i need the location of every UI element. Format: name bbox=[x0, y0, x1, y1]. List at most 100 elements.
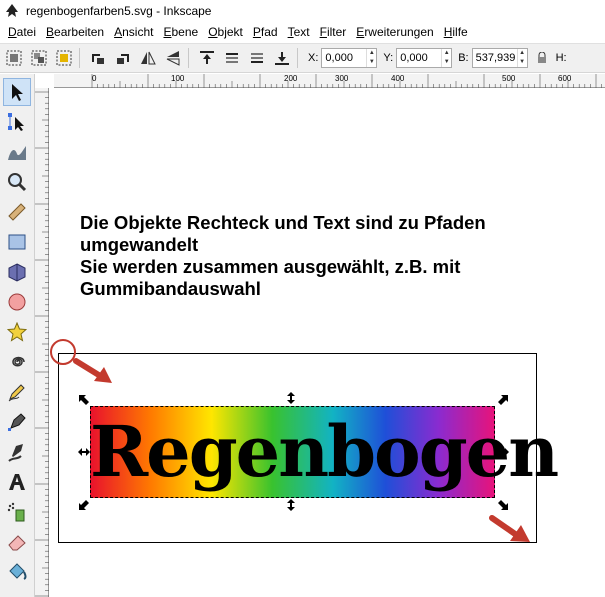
lock-proportions-button[interactable] bbox=[534, 47, 550, 69]
scale-handle-bottom-right-icon[interactable] bbox=[497, 499, 509, 511]
text-tool[interactable] bbox=[3, 468, 31, 496]
ellipse-tool[interactable] bbox=[3, 288, 31, 316]
select-all-icon bbox=[6, 50, 22, 66]
menu-text[interactable]: Text bbox=[284, 25, 316, 39]
pencil-icon bbox=[8, 384, 25, 402]
x-field-box: ▲▼ bbox=[321, 48, 378, 68]
menu-erweiterungen[interactable]: Erweiterungen bbox=[352, 25, 439, 39]
magnifier-icon bbox=[8, 173, 27, 192]
rotate-cw-icon bbox=[117, 54, 129, 64]
menu-ebene[interactable]: Ebene bbox=[159, 25, 204, 39]
toolbar-separator bbox=[297, 48, 298, 68]
menu-bearbeiten[interactable]: Bearbeiten bbox=[42, 25, 110, 39]
selector-tool[interactable] bbox=[3, 78, 31, 106]
instruction-line: Sie werden zusammen ausgewählt, z.B. mit bbox=[80, 256, 461, 277]
spin-up-icon: ▲ bbox=[368, 50, 375, 56]
raise-to-top-icon bbox=[200, 51, 214, 64]
spin-down-icon: ▼ bbox=[519, 59, 526, 65]
flip-vertical-icon bbox=[166, 51, 180, 66]
spin-down-icon: ▼ bbox=[443, 59, 450, 65]
width-spinner[interactable]: ▲ ▼ bbox=[516, 49, 527, 67]
select-all-layers-button[interactable] bbox=[28, 47, 50, 69]
horizontal-ruler[interactable]: 0 100 200 300 400 500 600 bbox=[54, 74, 605, 88]
pen-tool[interactable] bbox=[3, 408, 31, 436]
flip-horizontal-icon bbox=[141, 51, 156, 65]
horizontal-ruler-ticks bbox=[91, 74, 602, 88]
node-tool[interactable] bbox=[3, 108, 31, 136]
scale-handle-top-left-icon[interactable] bbox=[78, 394, 90, 406]
3d-box-icon bbox=[8, 263, 26, 282]
spin-up-icon: ▲ bbox=[443, 50, 450, 56]
scale-handle-top-icon[interactable] bbox=[285, 392, 297, 404]
x-label: X: bbox=[308, 52, 319, 64]
scale-handle-right-icon[interactable] bbox=[497, 446, 509, 458]
menu-pfad[interactable]: Pfad bbox=[249, 25, 284, 39]
tool-controls-bar: X: ▲▼ Y: ▲▼ B: ▲▼ H: bbox=[0, 43, 605, 73]
rectangle-tool[interactable] bbox=[3, 228, 31, 256]
spray-icon bbox=[7, 502, 25, 522]
x-spinner[interactable]: ▲ ▼ bbox=[366, 49, 376, 67]
ruler-tick-label: 300 bbox=[335, 74, 349, 83]
selector-arrow-icon bbox=[12, 84, 23, 101]
measure-tool[interactable] bbox=[3, 198, 31, 226]
spray-tool[interactable] bbox=[3, 498, 31, 526]
star-icon bbox=[7, 322, 27, 342]
lower-button[interactable] bbox=[246, 47, 268, 69]
circle-icon bbox=[8, 293, 26, 311]
toolbox bbox=[0, 74, 35, 597]
flip-vertical-button[interactable] bbox=[162, 47, 184, 69]
paint-bucket-icon bbox=[9, 563, 27, 580]
width-input[interactable] bbox=[472, 49, 517, 67]
selection-bounding-box bbox=[90, 406, 495, 498]
rotate-ccw-button[interactable] bbox=[87, 47, 109, 69]
x-input[interactable] bbox=[322, 49, 367, 67]
red-arrow-bottom-right-icon bbox=[489, 515, 530, 542]
instruction-line: Gummibandauswahl bbox=[80, 278, 261, 299]
star-tool[interactable] bbox=[3, 318, 31, 346]
ruler-tick-label: 600 bbox=[558, 74, 572, 83]
height-label: H: bbox=[555, 52, 567, 64]
raise-to-top-button[interactable] bbox=[196, 47, 218, 69]
vertical-ruler[interactable] bbox=[35, 88, 49, 597]
menu-hilfe[interactable]: Hilfe bbox=[440, 25, 474, 39]
rotate-ccw-icon bbox=[92, 54, 104, 64]
menu-bar: Datei Bearbeiten Ansicht Ebene Objekt Pf… bbox=[0, 22, 605, 42]
pencil-tool[interactable] bbox=[3, 378, 31, 406]
invert-selection-icon bbox=[56, 50, 72, 66]
invert-selection-button[interactable] bbox=[53, 47, 75, 69]
menu-ansicht[interactable]: Ansicht bbox=[110, 25, 159, 39]
toolbar-separator bbox=[188, 48, 189, 68]
ruler-tick-label: 200 bbox=[284, 74, 298, 83]
inkscape-logo-icon bbox=[6, 4, 18, 17]
y-spinner[interactable]: ▲ ▼ bbox=[441, 49, 451, 67]
raise-button[interactable] bbox=[221, 47, 243, 69]
scale-handle-bottom-left-icon[interactable] bbox=[78, 499, 90, 511]
flip-horizontal-button[interactable] bbox=[137, 47, 159, 69]
drawing-canvas[interactable]: Die Objekte Rechteck und Text sind zu Pf… bbox=[50, 89, 605, 597]
menu-objekt[interactable]: Objekt bbox=[204, 25, 249, 39]
lower-to-bottom-button[interactable] bbox=[271, 47, 293, 69]
menu-datei[interactable]: Datei bbox=[4, 25, 42, 39]
y-field-box: ▲▼ bbox=[396, 48, 453, 68]
rectangle-icon bbox=[8, 234, 26, 250]
scale-handle-bottom-icon[interactable] bbox=[285, 499, 297, 511]
scale-handle-left-icon[interactable] bbox=[78, 446, 90, 458]
paint-bucket-tool[interactable] bbox=[3, 558, 31, 586]
instruction-text: Die Objekte Rechteck und Text sind zu Pf… bbox=[80, 212, 550, 300]
spin-down-icon: ▼ bbox=[368, 59, 375, 65]
spiral-tool[interactable] bbox=[3, 348, 31, 376]
eraser-tool[interactable] bbox=[3, 528, 31, 556]
window-title: regenbogenfarben5.svg - Inkscape bbox=[26, 4, 212, 18]
select-all-button[interactable] bbox=[3, 47, 25, 69]
rotate-cw-button[interactable] bbox=[112, 47, 134, 69]
3d-box-tool[interactable] bbox=[3, 258, 31, 286]
zoom-tool[interactable] bbox=[3, 168, 31, 196]
ruler-tick-label: 100 bbox=[171, 74, 185, 83]
tweak-tool[interactable] bbox=[3, 138, 31, 166]
calligraphy-tool[interactable] bbox=[3, 438, 31, 466]
menu-filter[interactable]: Filter bbox=[316, 25, 353, 39]
ruler-tick-label: 0 bbox=[92, 74, 97, 83]
width-label: B: bbox=[458, 52, 469, 64]
y-input[interactable] bbox=[397, 49, 442, 67]
scale-handle-top-right-icon[interactable] bbox=[497, 394, 509, 406]
